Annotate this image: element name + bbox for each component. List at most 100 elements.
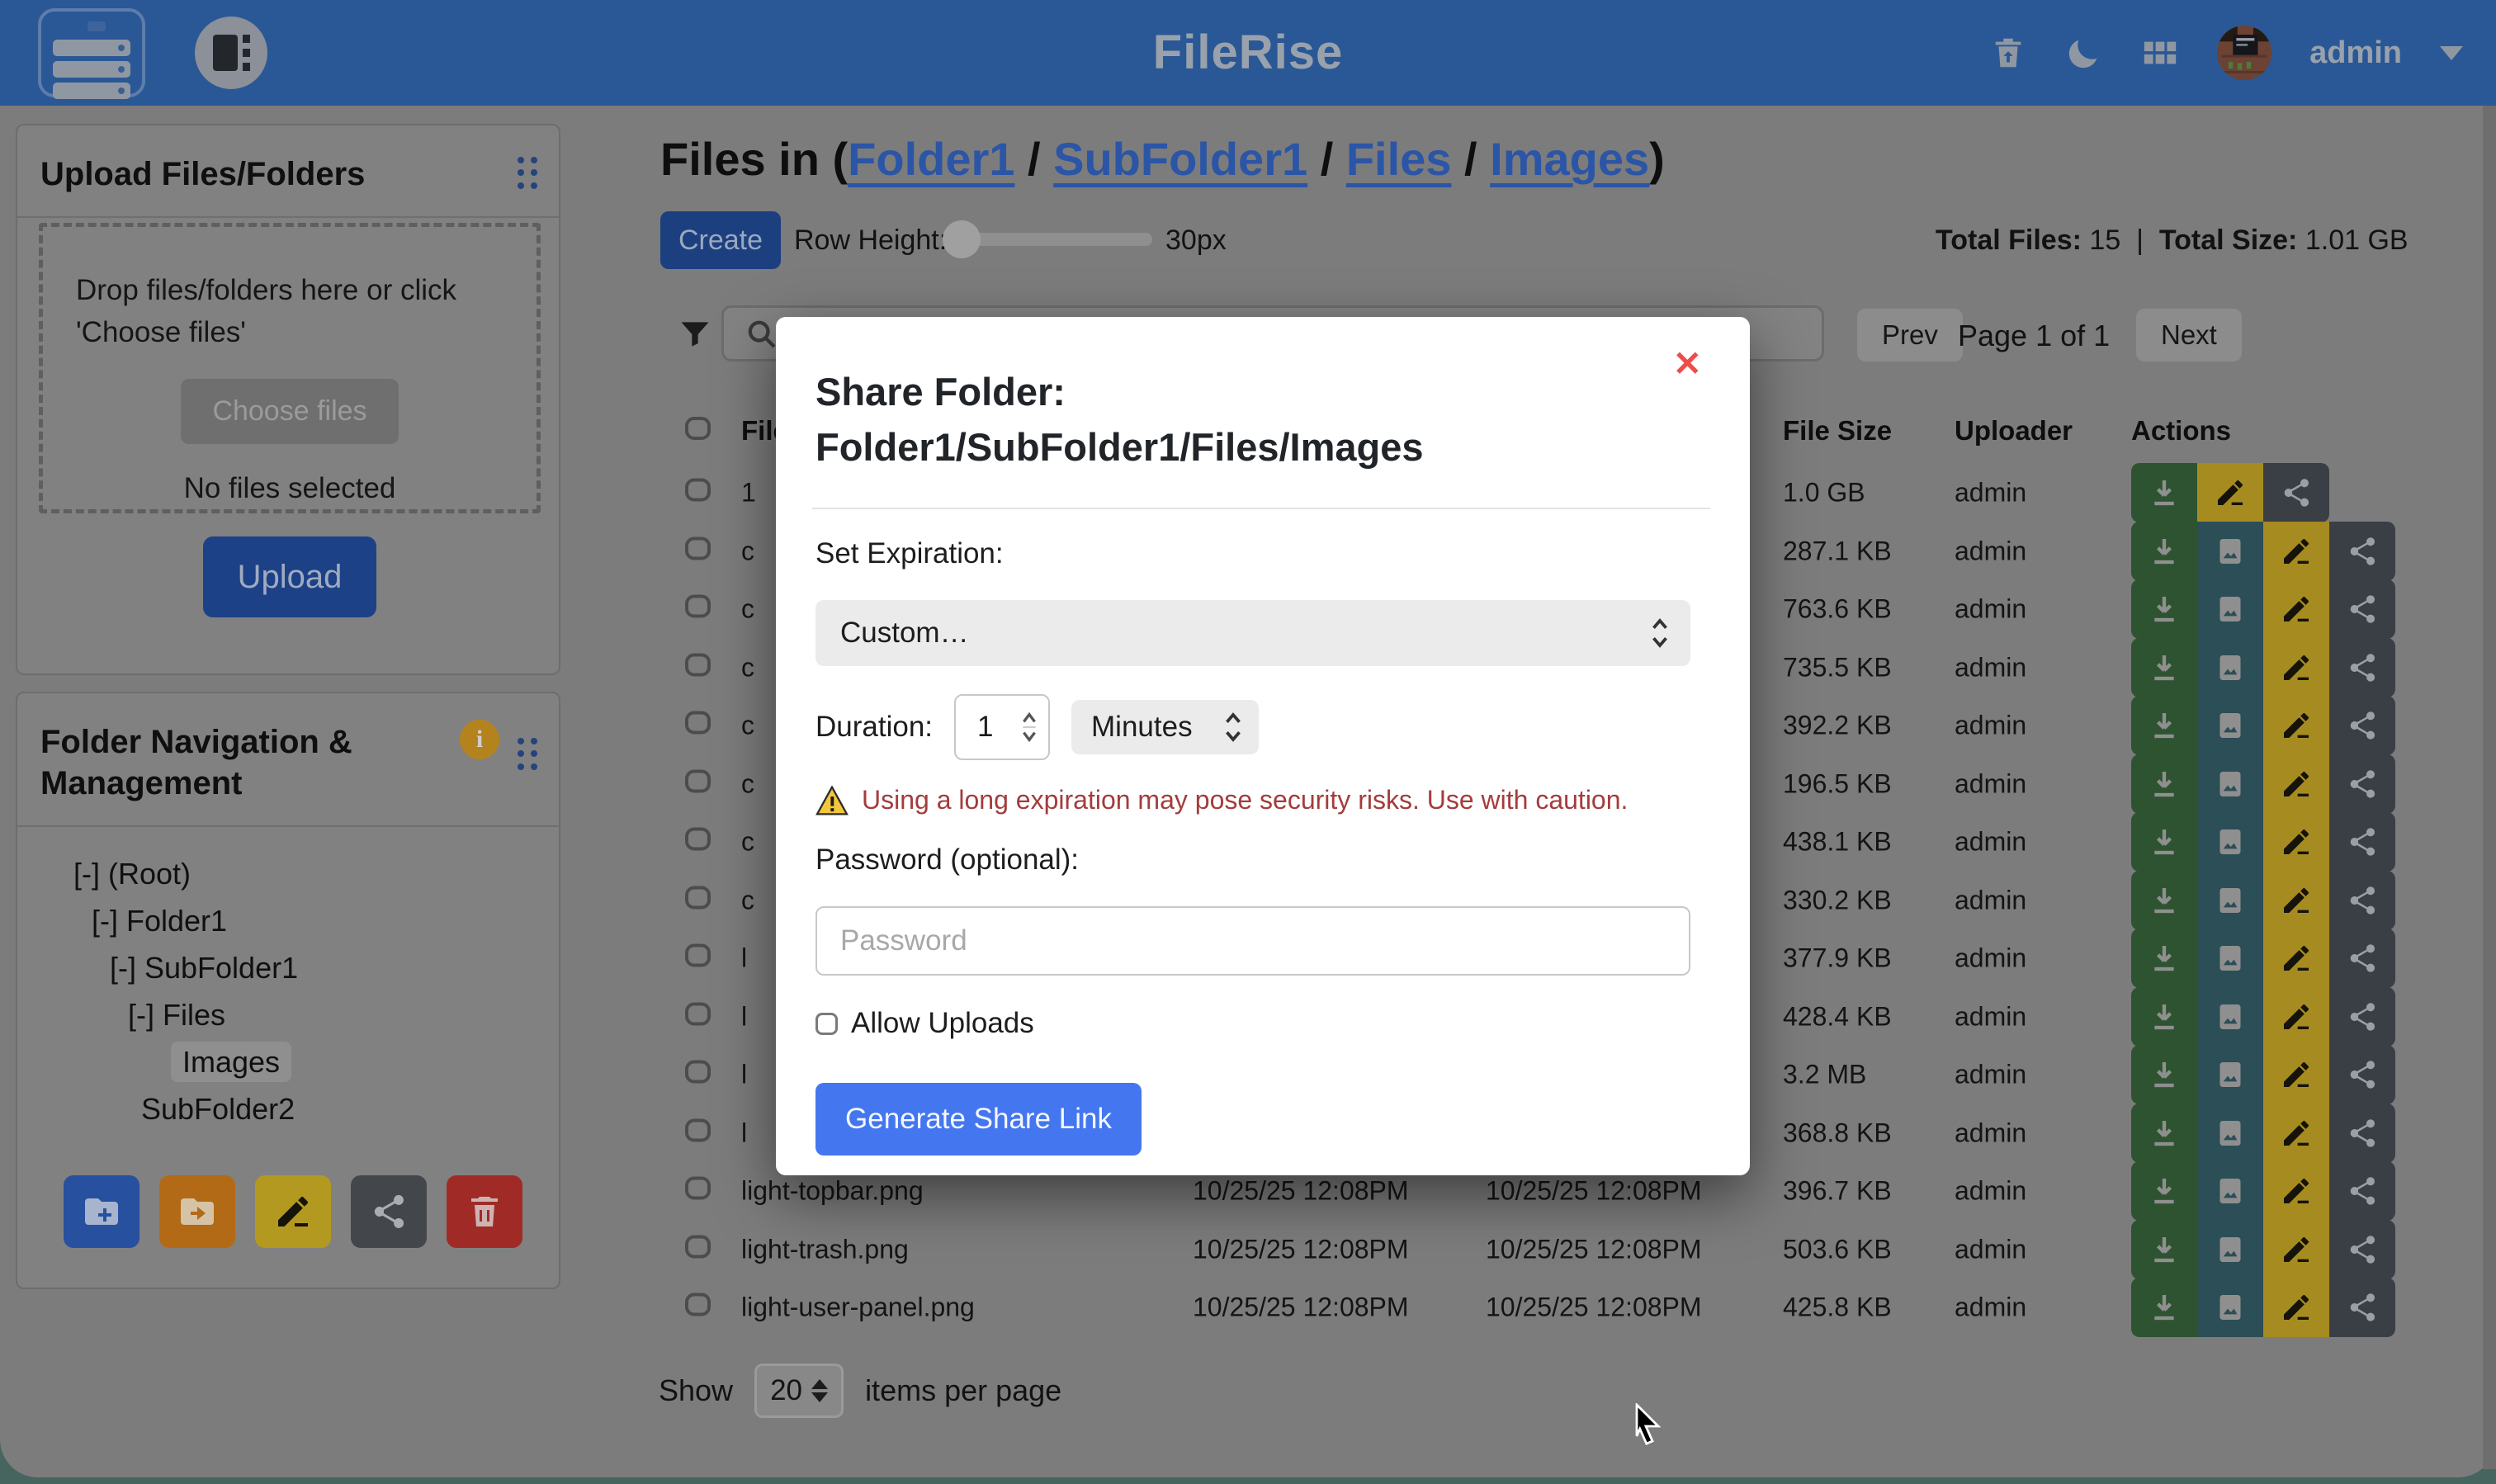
share-button[interactable] xyxy=(2329,522,2395,581)
row-checkbox[interactable] xyxy=(685,1061,711,1084)
share-button[interactable] xyxy=(2329,987,2395,1047)
slider-thumb[interactable] xyxy=(943,220,981,258)
download-button[interactable] xyxy=(2131,696,2197,755)
username-label[interactable]: admin xyxy=(2309,35,2402,71)
generate-share-link-button[interactable]: Generate Share Link xyxy=(815,1083,1142,1156)
breadcrumb-link-folder1[interactable]: Folder1 xyxy=(848,133,1014,185)
download-button[interactable] xyxy=(2131,1278,2197,1337)
preview-button[interactable] xyxy=(2197,812,2263,872)
download-button[interactable] xyxy=(2131,579,2197,639)
file-name[interactable]: 1 xyxy=(741,478,756,508)
row-checkbox[interactable] xyxy=(685,1118,711,1141)
download-button[interactable] xyxy=(2131,929,2197,988)
file-name[interactable]: light-trash.png xyxy=(741,1234,909,1264)
delete-folder-button[interactable] xyxy=(447,1175,522,1248)
items-per-page-select[interactable]: 20 xyxy=(754,1363,844,1418)
file-name[interactable]: l xyxy=(741,943,747,974)
tree-item[interactable]: [-] SubFolder1 xyxy=(17,944,559,991)
download-button[interactable] xyxy=(2131,1104,2197,1163)
download-button[interactable] xyxy=(2131,522,2197,581)
drag-handle-icon[interactable] xyxy=(518,157,539,190)
edit-button[interactable] xyxy=(2263,754,2329,814)
download-button[interactable] xyxy=(2131,1045,2197,1104)
share-button[interactable] xyxy=(2329,929,2395,988)
move-folder-button[interactable] xyxy=(159,1175,235,1248)
file-name[interactable]: c xyxy=(741,885,754,915)
row-checkbox[interactable] xyxy=(685,1235,711,1258)
edit-button[interactable] xyxy=(2263,696,2329,755)
download-button[interactable] xyxy=(2131,871,2197,930)
row-checkbox[interactable] xyxy=(685,653,711,676)
share-button[interactable] xyxy=(2329,754,2395,814)
row-checkbox[interactable] xyxy=(685,711,711,735)
file-name[interactable]: light-user-panel.png xyxy=(741,1293,975,1323)
preview-button[interactable] xyxy=(2197,522,2263,581)
share-button[interactable] xyxy=(2329,696,2395,755)
edit-button[interactable] xyxy=(2263,1045,2329,1104)
edit-button[interactable] xyxy=(2263,522,2329,581)
file-name[interactable]: c xyxy=(741,594,754,625)
preview-button[interactable] xyxy=(2197,987,2263,1047)
next-page-button[interactable]: Next xyxy=(2136,309,2242,362)
share-button[interactable] xyxy=(2329,812,2395,872)
apps-grid-icon[interactable] xyxy=(2141,34,2179,72)
download-button[interactable] xyxy=(2131,463,2197,522)
info-icon[interactable]: i xyxy=(460,720,499,759)
rename-folder-button[interactable] xyxy=(255,1175,331,1248)
create-folder-button[interactable] xyxy=(64,1175,139,1248)
file-name[interactable]: l xyxy=(741,1001,747,1032)
row-checkbox[interactable] xyxy=(685,886,711,909)
password-input[interactable] xyxy=(815,906,1690,976)
tree-item[interactable]: [-] Files xyxy=(17,991,559,1038)
row-height-slider[interactable] xyxy=(948,233,1152,246)
edit-button[interactable] xyxy=(2263,579,2329,639)
expiration-select[interactable]: Custom… xyxy=(815,600,1690,666)
edit-button[interactable] xyxy=(2263,1278,2329,1337)
close-icon[interactable]: ✕ xyxy=(1673,347,1702,381)
file-name[interactable]: c xyxy=(741,536,754,566)
preview-button[interactable] xyxy=(2197,929,2263,988)
breadcrumb-link-images[interactable]: Images xyxy=(1490,133,1649,185)
tree-item[interactable]: Images xyxy=(17,1038,559,1085)
column-header-uploader[interactable]: Uploader xyxy=(1955,415,2073,447)
preview-button[interactable] xyxy=(2197,871,2263,930)
preview-button[interactable] xyxy=(2197,696,2263,755)
edit-button[interactable] xyxy=(2263,812,2329,872)
breadcrumb-link-subfolder1[interactable]: SubFolder1 xyxy=(1053,133,1307,185)
file-name[interactable]: l xyxy=(741,1060,747,1090)
download-button[interactable] xyxy=(2131,1161,2197,1221)
download-button[interactable] xyxy=(2131,812,2197,872)
column-header-file-size[interactable]: File Size xyxy=(1783,415,1892,447)
prev-page-button[interactable]: Prev xyxy=(1857,309,1963,362)
share-button[interactable] xyxy=(2329,1104,2395,1163)
tree-item[interactable]: SubFolder2 xyxy=(17,1085,559,1132)
row-checkbox[interactable] xyxy=(685,944,711,967)
download-button[interactable] xyxy=(2131,1220,2197,1279)
file-name[interactable]: c xyxy=(741,652,754,683)
edit-button[interactable] xyxy=(2263,1104,2329,1163)
allow-uploads-checkbox[interactable] xyxy=(815,1013,838,1035)
file-name[interactable]: light-topbar.png xyxy=(741,1176,924,1207)
row-checkbox[interactable] xyxy=(685,1177,711,1200)
user-menu-caret-icon[interactable] xyxy=(2440,46,2463,60)
preview-button[interactable] xyxy=(2197,1278,2263,1337)
drag-handle-icon[interactable] xyxy=(518,738,539,771)
duration-unit-select[interactable]: Minutes xyxy=(1071,700,1259,754)
download-button[interactable] xyxy=(2131,754,2197,814)
row-checkbox[interactable] xyxy=(685,479,711,502)
select-all-checkbox[interactable] xyxy=(685,417,711,440)
upload-button[interactable]: Upload xyxy=(203,536,376,617)
preview-button[interactable] xyxy=(2197,1220,2263,1279)
share-button[interactable] xyxy=(2329,1220,2395,1279)
edit-button[interactable] xyxy=(2197,463,2263,522)
row-checkbox[interactable] xyxy=(685,828,711,851)
preview-button[interactable] xyxy=(2197,638,2263,697)
row-checkbox[interactable] xyxy=(685,536,711,560)
user-avatar[interactable] xyxy=(2217,26,2271,80)
row-checkbox[interactable] xyxy=(685,769,711,792)
filter-icon[interactable] xyxy=(677,315,713,353)
preview-button[interactable] xyxy=(2197,1161,2263,1221)
duration-input[interactable]: 1 xyxy=(954,694,1050,760)
file-name[interactable]: c xyxy=(741,711,754,741)
preview-button[interactable] xyxy=(2197,1045,2263,1104)
